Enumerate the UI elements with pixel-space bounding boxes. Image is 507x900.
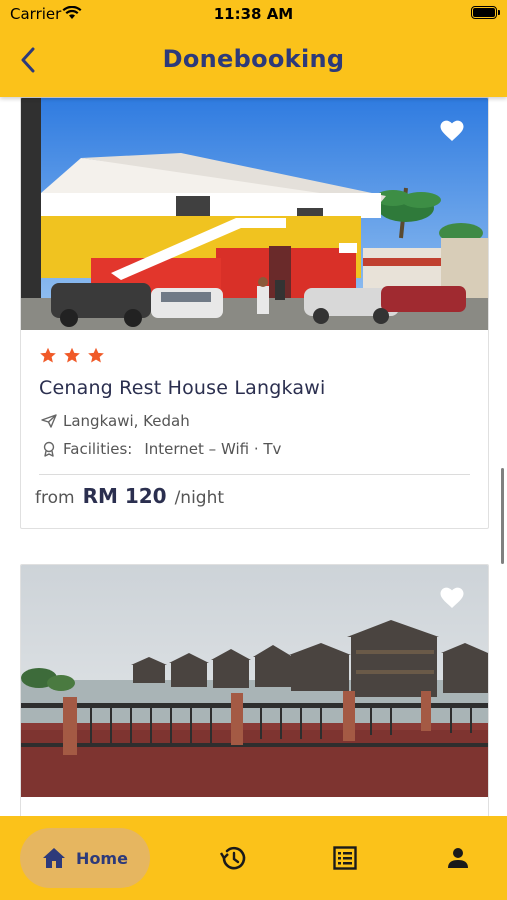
battery-icon [471,6,500,19]
nav-list-button[interactable] [329,842,361,874]
hotel-name[interactable]: Cenang Rest House Langkawi [39,377,325,399]
star-icon [64,347,80,363]
send-icon [41,414,57,428]
scrollbar[interactable] [501,468,504,564]
hotel-card[interactable] [20,564,489,816]
nav-history-button[interactable] [217,842,249,874]
price-from-label: from [35,488,75,508]
clock: 11:38 AM [213,5,294,23]
list-icon [333,846,357,870]
price-unit: /night [174,488,225,508]
favorite-button[interactable] [440,587,464,613]
nav-profile-button[interactable] [442,842,474,874]
person-icon [448,848,468,868]
history-icon [219,846,246,870]
price-value: RM 120 [82,484,167,508]
hotel-facilities: Facilities: Internet – Wifi · Tv [41,440,281,458]
star-icon [88,347,104,363]
favorite-button[interactable] [440,120,464,146]
facilities-value: Internet – Wifi · Tv [144,440,282,458]
heart-icon [440,120,464,141]
star-rating [39,347,105,364]
award-icon [43,441,55,457]
hotel-photo[interactable] [21,565,488,797]
star-icon [40,347,56,363]
facilities-label: Facilities: [63,440,133,458]
hotel-photo[interactable] [21,98,488,330]
booking-list[interactable]: Cenang Rest House Langkawi Langkawi, Ked… [0,97,507,816]
hotel-location: Langkawi, Kedah [41,412,190,430]
bottom-navigation: Home [0,816,507,900]
divider [39,474,470,475]
nav-home-label: Home [76,848,128,868]
nav-home-button[interactable]: Home [20,828,150,888]
price-row: from RM 120 /night [35,484,224,508]
location-text: Langkawi, Kedah [63,412,190,430]
page-title: Donebooking [162,45,345,73]
home-icon [43,848,66,868]
status-bar: Carrier 11:38 AM [0,0,507,28]
heart-icon [440,587,464,608]
app-header: Carrier 11:38 AM Donebooking [0,0,507,97]
hotel-card[interactable]: Cenang Rest House Langkawi Langkawi, Ked… [20,97,489,529]
